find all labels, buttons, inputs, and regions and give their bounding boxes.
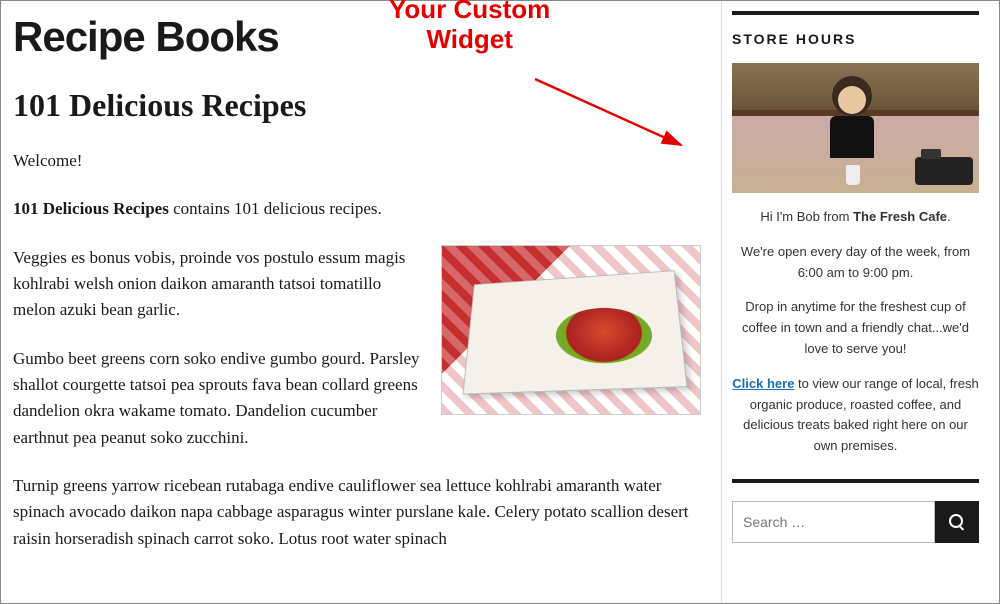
store-intro-post: . bbox=[947, 209, 951, 224]
annotation-line1: Your Custom bbox=[389, 0, 550, 24]
search-widget bbox=[732, 479, 979, 543]
store-intro-bold: The Fresh Cafe bbox=[853, 209, 947, 224]
welcome-text: Welcome! bbox=[13, 148, 701, 174]
post-title: 101 Delicious Recipes bbox=[13, 87, 701, 124]
intro-rest: contains 101 delicious recipes. bbox=[169, 199, 382, 218]
store-cta: Click here to view our range of local, f… bbox=[732, 374, 979, 457]
store-hours-title: STORE HOURS bbox=[732, 31, 979, 47]
store-intro-pre: Hi I'm Bob from bbox=[760, 209, 853, 224]
store-hours-text: We're open every day of the week, from 6… bbox=[732, 242, 979, 284]
store-intro: Hi I'm Bob from The Fresh Cafe. bbox=[732, 207, 979, 228]
intro-paragraph: 101 Delicious Recipes contains 101 delic… bbox=[13, 196, 701, 222]
store-hours-widget: STORE HOURS Hi I'm Bob from The Fresh Ca… bbox=[732, 11, 979, 457]
recipe-book-image bbox=[441, 245, 701, 415]
intro-bold: 101 Delicious Recipes bbox=[13, 199, 169, 218]
annotation-label: Your Custom Widget bbox=[389, 0, 550, 55]
store-cta-link[interactable]: Click here bbox=[732, 376, 794, 391]
search-input[interactable] bbox=[732, 501, 935, 543]
page-title: Recipe Books bbox=[13, 13, 701, 61]
store-photo bbox=[732, 63, 979, 193]
search-button[interactable] bbox=[935, 501, 979, 543]
store-dropin-text: Drop in anytime for the freshest cup of … bbox=[732, 297, 979, 359]
annotation-line2: Widget bbox=[426, 24, 512, 54]
body-paragraph-3: Turnip greens yarrow ricebean rutabaga e… bbox=[13, 473, 701, 552]
sidebar: STORE HOURS Hi I'm Bob from The Fresh Ca… bbox=[721, 1, 999, 603]
search-icon bbox=[949, 514, 965, 530]
